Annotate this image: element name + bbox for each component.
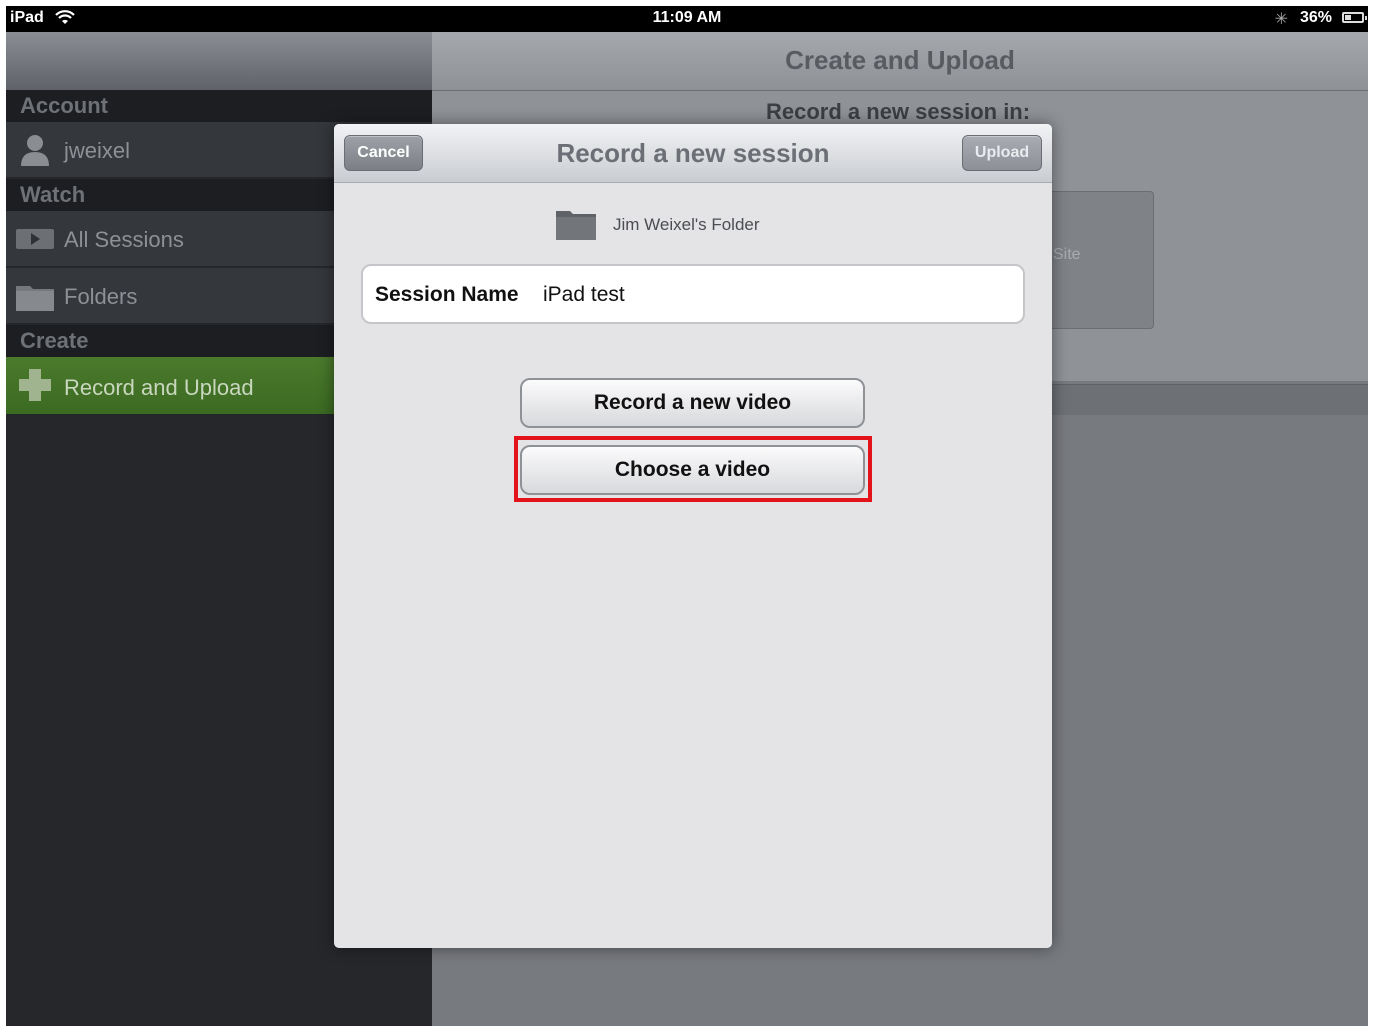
site-label: Site — [1053, 246, 1081, 263]
video-icon — [16, 221, 54, 257]
user-icon — [16, 132, 54, 168]
session-name-input[interactable]: iPad test — [543, 283, 625, 307]
sidebar-item-label: All Sessions — [64, 227, 184, 252]
sidebar-item-label: Folders — [64, 284, 138, 309]
sidebar-item-label: Record and Upload — [64, 375, 254, 400]
clock: 11:09 AM — [652, 9, 722, 26]
folder-icon — [556, 208, 596, 240]
cancel-button[interactable]: Cancel — [344, 135, 423, 171]
main-navbar: Create and Upload — [432, 32, 1368, 91]
session-name-field[interactable]: Session Name iPad test — [361, 264, 1025, 324]
folder-name: Jim Weixel's Folder — [613, 215, 760, 234]
modal-title: Record a new session — [556, 138, 830, 168]
folder-icon — [16, 278, 54, 314]
record-session-modal: Record a new session Cancel Upload Jim W… — [334, 124, 1052, 948]
battery-percent: 36% — [1299, 9, 1332, 26]
modal-navbar: Record a new session Cancel Upload — [334, 124, 1052, 183]
sidebar-item-label: jweixel — [64, 138, 131, 163]
highlight-box — [514, 436, 872, 502]
record-in-label: Record a new session in: — [766, 99, 1031, 124]
section-header-account: Account — [6, 90, 432, 122]
plus-icon — [16, 367, 54, 403]
ipad-screen: iPad 11:09 AM ✳ 36% Account jweixel Watc… — [6, 6, 1368, 1026]
record-new-video-button[interactable]: Record a new video — [520, 378, 865, 428]
status-bar: iPad 11:09 AM ✳ 36% — [6, 6, 1368, 32]
sidebar-toolbar — [6, 32, 432, 91]
bluetooth-icon: ✳ — [1274, 11, 1288, 28]
upload-button[interactable]: Upload — [962, 135, 1042, 171]
session-name-label: Session Name — [375, 283, 519, 306]
battery-icon — [1342, 12, 1367, 23]
page-title: Create and Upload — [785, 45, 1015, 75]
